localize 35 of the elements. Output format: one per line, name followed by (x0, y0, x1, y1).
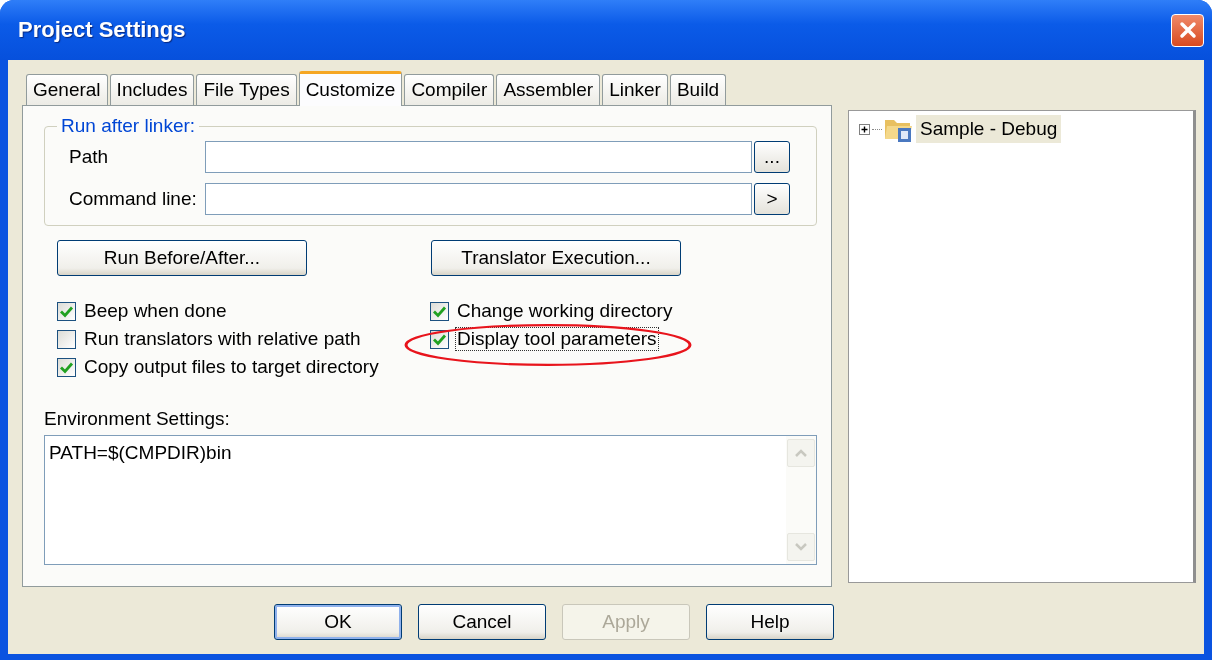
checkbox-label[interactable]: Copy output files to target directory (82, 355, 381, 379)
checkbox[interactable] (57, 329, 76, 349)
window-title: Project Settings (18, 17, 186, 43)
input-field[interactable] (205, 183, 752, 215)
tab[interactable]: Linker (602, 74, 668, 105)
checkbox[interactable] (57, 357, 76, 377)
checkbox[interactable] (430, 301, 449, 321)
tab[interactable]: Assembler (496, 74, 601, 105)
dialog-button[interactable]: Help (706, 604, 834, 640)
environment-label: Environment Settings: (44, 408, 230, 430)
action-button[interactable]: Run Before/After... (57, 240, 307, 276)
checkbox-label[interactable]: Change working directory (455, 299, 675, 323)
tab[interactable]: Customize (298, 71, 403, 106)
input-field[interactable] (205, 141, 752, 173)
tree-item[interactable]: Sample - Debug (916, 115, 1062, 143)
field-label: Path (69, 146, 110, 168)
tab[interactable]: Includes (109, 74, 195, 105)
tab[interactable]: General (26, 74, 108, 105)
checkbox-label[interactable]: Run translators with relative path (82, 327, 363, 351)
tab[interactable]: Compiler (404, 74, 495, 105)
browse-button[interactable]: ... (754, 141, 790, 173)
dialog-button[interactable]: Cancel (418, 604, 546, 640)
checkbox-label[interactable]: Display tool parameters (455, 327, 659, 351)
tab[interactable]: File Types (196, 74, 297, 105)
checkbox[interactable] (57, 301, 76, 321)
environment-text-area[interactable]: PATH=$(CMPDIR)bin (44, 435, 817, 565)
action-button[interactable]: Translator Execution... (431, 240, 681, 276)
checkbox-label[interactable]: Beep when done (82, 299, 229, 323)
field-label: Command line: (69, 188, 198, 210)
browse-button[interactable]: > (754, 183, 790, 215)
dialog-button[interactable]: OK (274, 604, 402, 640)
close-icon (1177, 20, 1198, 40)
close-button[interactable] (1171, 13, 1204, 47)
tab[interactable]: Build (669, 74, 727, 105)
environment-value: PATH=$(CMPDIR)bin (48, 441, 233, 465)
